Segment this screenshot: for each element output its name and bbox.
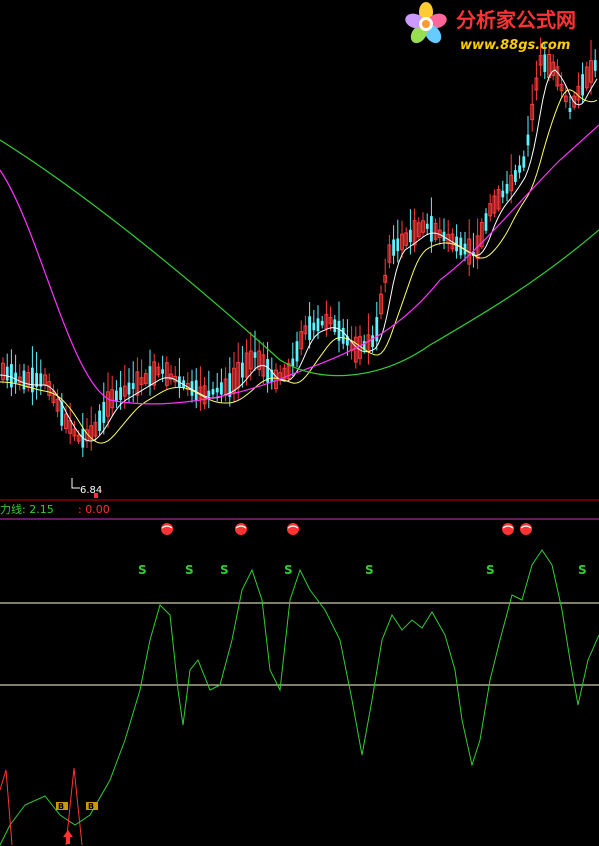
indicator-panel: S S S S S S S B B [0, 523, 599, 846]
candle-body [102, 401, 106, 423]
candle-body [505, 183, 509, 194]
candle-body [308, 316, 311, 340]
candle-body [484, 213, 488, 231]
ma-short-line [0, 69, 598, 442]
brand-logo [405, 2, 447, 44]
signal-ball-icon [235, 523, 247, 535]
signal-ball-icon [287, 523, 299, 535]
candle-body [341, 327, 345, 344]
brand-title: 分析家公式网 [456, 8, 576, 32]
low-marker-arrow [71, 478, 80, 489]
candle-body [194, 380, 198, 401]
candle-body [207, 390, 211, 397]
up-arrow-icon [63, 830, 73, 844]
candle-body [543, 54, 547, 72]
candle-body [253, 352, 257, 358]
s-marker: S [365, 563, 374, 577]
candle-body [241, 362, 244, 378]
flower-logo-icon [405, 2, 447, 44]
candle-body [320, 320, 324, 326]
candle-body [430, 216, 433, 242]
candle-body [14, 372, 17, 383]
s-marker: S [220, 563, 229, 577]
candle-body [312, 322, 316, 331]
candle-body [98, 410, 101, 431]
candle-body [501, 190, 505, 198]
candle-body [215, 387, 219, 393]
indicator-secondary-value: : 0.00 [78, 503, 110, 516]
s-marker: S [284, 563, 293, 577]
chart-canvas: S S S S S S S B B 分析家公式网 www.88gs.com 6.84 力线: 2… [0, 2, 599, 846]
s-marker: S [138, 563, 147, 577]
candle-body [161, 369, 164, 374]
candle-body [568, 107, 572, 113]
signal-ball-icon [502, 523, 514, 535]
candle-body [291, 358, 295, 367]
candle-body [425, 223, 429, 229]
candle-body [316, 318, 320, 332]
oscillator-line [0, 549, 599, 846]
candle-body [220, 382, 223, 395]
ma-mid-line [0, 89, 598, 444]
brand-url[interactable]: www.88gs.com [460, 38, 570, 53]
s-marker: S [185, 563, 194, 577]
candle-body [514, 170, 517, 182]
s-marker: S [578, 563, 587, 577]
candle-body [581, 74, 584, 96]
candle-body [5, 366, 9, 381]
s-marker: S [486, 563, 495, 577]
candle-body [115, 390, 118, 402]
signal-ball-icon [161, 523, 173, 535]
candle-body [371, 335, 374, 348]
low-price-label: 6.84 [80, 485, 102, 496]
candle-body [522, 156, 526, 168]
chart-stage: S S S S S S S B B 分析家公式网 www.88gs.com 6.84 力线: 2… [0, 0, 599, 846]
candle-body [409, 229, 412, 243]
candle-body [526, 134, 530, 146]
candle-body [295, 341, 299, 362]
candle-body [593, 60, 597, 71]
candle-body [10, 364, 13, 388]
signal-ball-icon [520, 523, 532, 535]
candle-body [211, 389, 215, 395]
candle-body [518, 165, 521, 173]
candle-body [333, 319, 337, 333]
indicator-name: 力线: 2.15 [0, 502, 54, 516]
candle-body [392, 239, 395, 256]
buy-flag-label: B [88, 802, 94, 811]
ma-long-line [0, 124, 599, 405]
candle-body [119, 387, 122, 400]
buy-flag-label: B [58, 802, 64, 811]
candle-body [131, 383, 135, 390]
candle-body [148, 366, 152, 386]
candle-body [127, 382, 131, 395]
candle-body [396, 238, 400, 252]
price-panel [1, 37, 597, 458]
